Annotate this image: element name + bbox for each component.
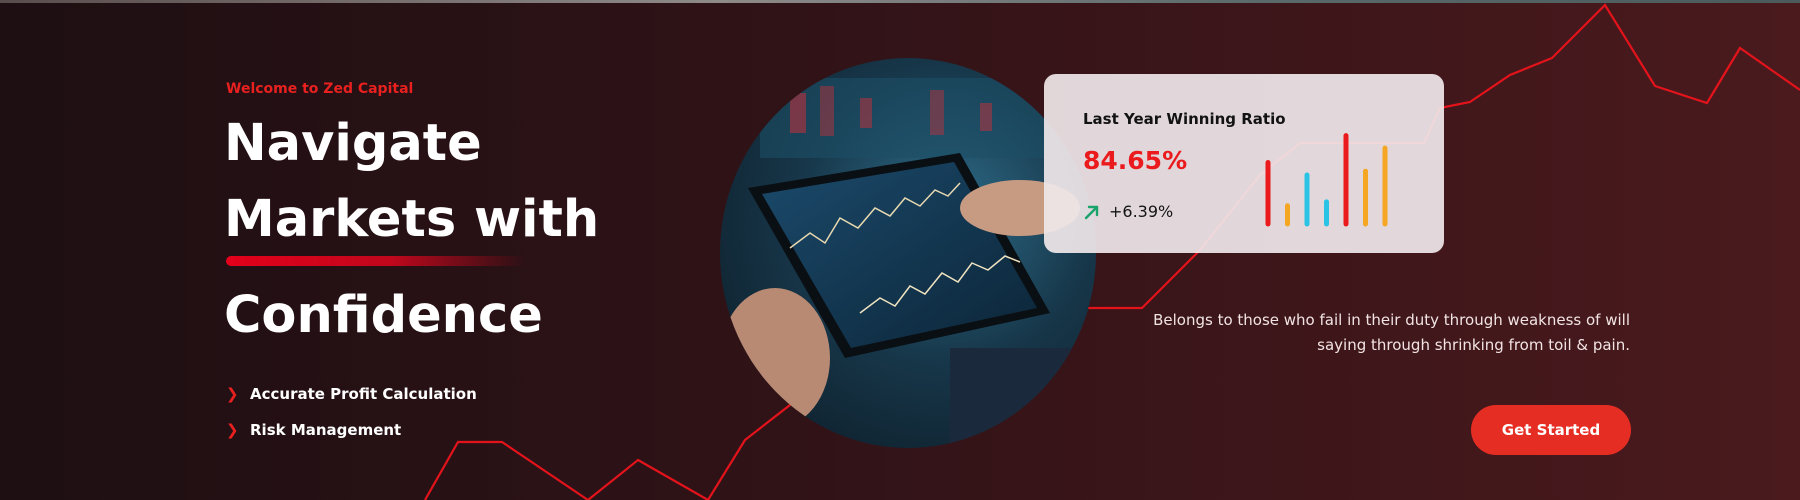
ratio-change: +6.39%: [1083, 202, 1173, 221]
mini-bar-chart: [1265, 133, 1388, 227]
headline-line-2: Markets with: [224, 190, 600, 249]
hero-tagline: Belongs to those who fail in their duty …: [1153, 311, 1630, 354]
headline-underline: [226, 256, 526, 266]
feature-label: Risk Management: [250, 421, 402, 439]
tablet-illustration: [720, 78, 1096, 448]
get-started-button[interactable]: Get Started: [1471, 405, 1631, 455]
feature-list: ❯ Accurate Profit Calculation ❯ Risk Man…: [226, 376, 477, 448]
hero-photo: [720, 58, 1096, 448]
card-title: Last Year Winning Ratio: [1083, 110, 1286, 128]
arrow-up-right-icon: [1084, 205, 1099, 219]
winning-ratio-value: 84.65%: [1083, 146, 1188, 175]
feature-item: ❯ Accurate Profit Calculation: [226, 376, 477, 412]
winning-ratio-card: Last Year Winning Ratio 84.65% +6.39%: [1044, 74, 1444, 253]
hero-eyebrow: Welcome to Zed Capital: [226, 81, 414, 97]
chevron-right-icon: ❯: [226, 385, 239, 403]
headline-line-1: Navigate: [224, 114, 482, 173]
feature-item: ❯ Risk Management: [226, 412, 477, 448]
headline-line-3: Confidence: [224, 286, 543, 345]
chevron-right-icon: ❯: [226, 421, 239, 439]
ratio-change-value: +6.39%: [1109, 202, 1174, 221]
feature-label: Accurate Profit Calculation: [250, 385, 477, 403]
hero-headline: Navigate Markets with Confidence: [224, 106, 644, 354]
